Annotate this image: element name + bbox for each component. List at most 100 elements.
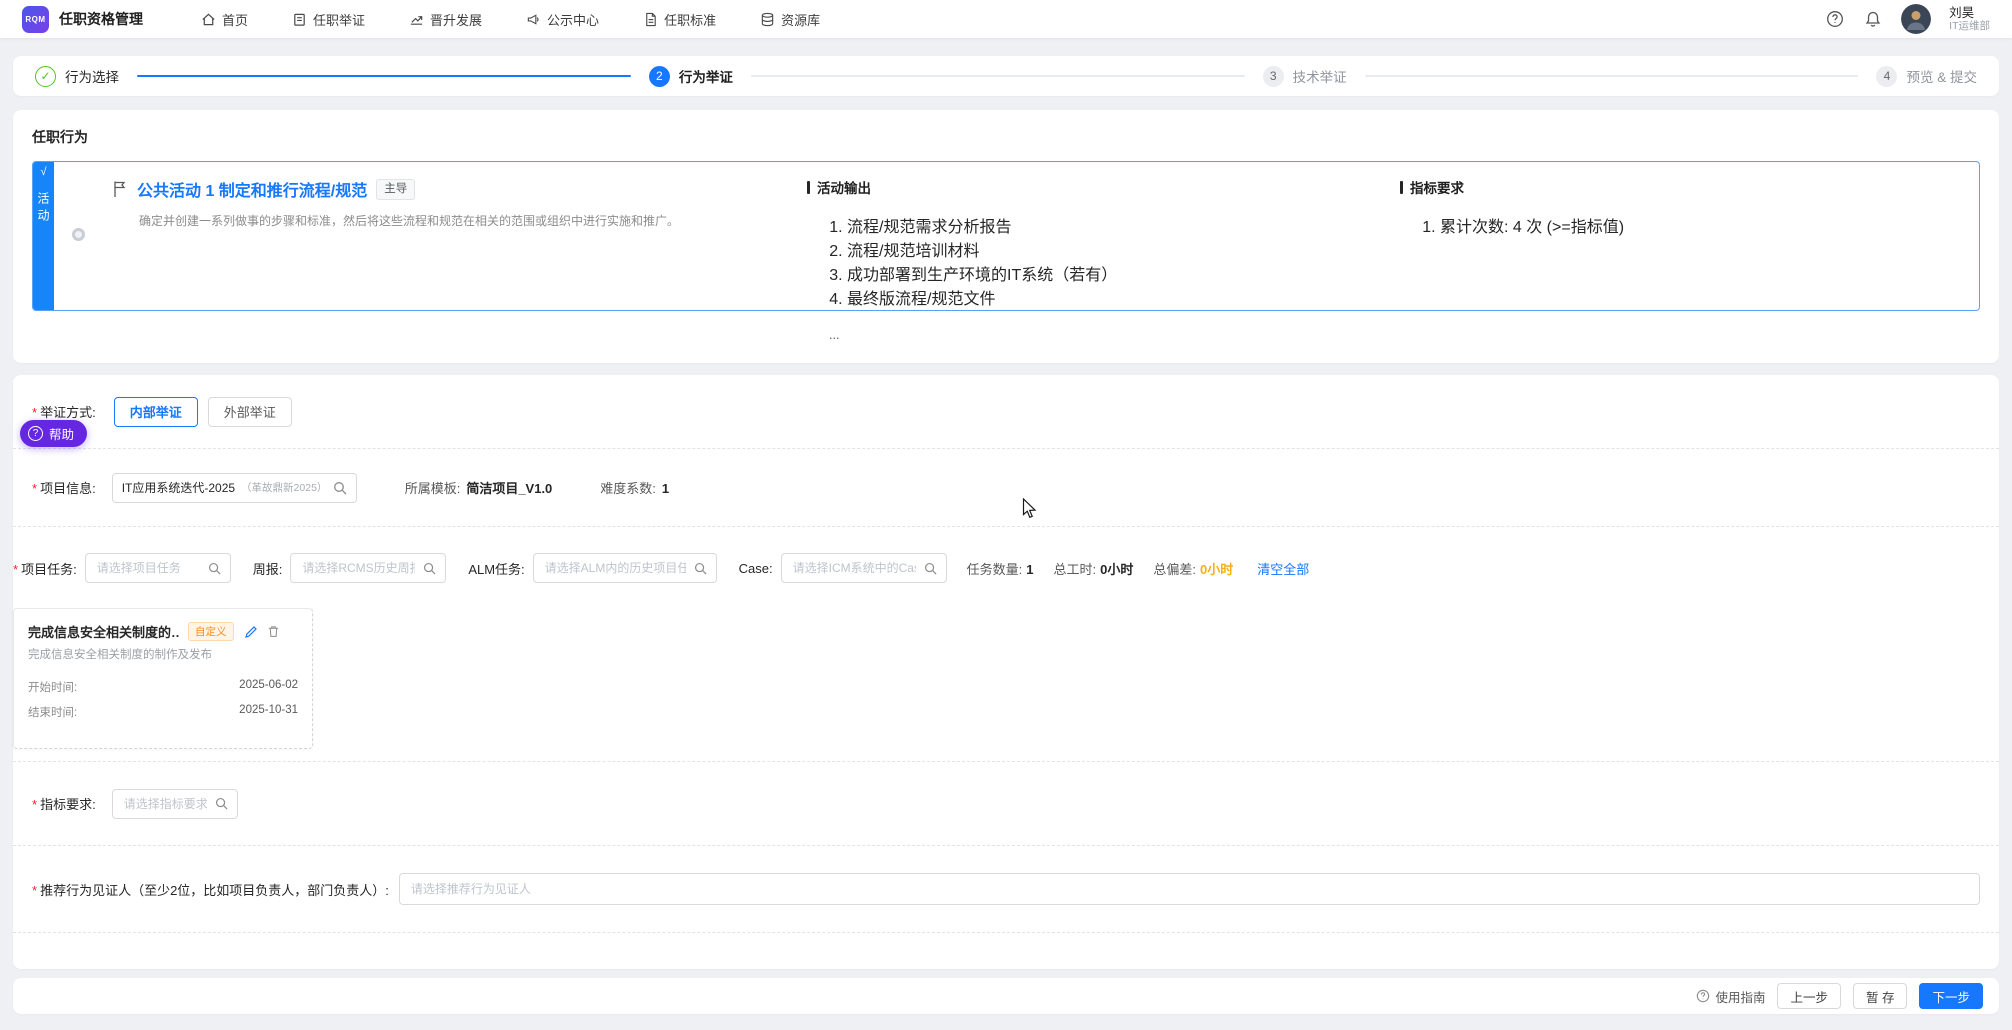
witness-section: 推荐行为见证人（至少2位，比如项目负责人，部门负责人）: — [13, 846, 1999, 933]
megaphone-icon — [526, 12, 541, 27]
template-label: 所属模板: — [405, 481, 461, 496]
task-count-value: 1 — [1026, 562, 1033, 577]
activity-description: 确定并创建一系列做事的步骤和标准，然后将这些流程和规范在相关的范围或组织中进行实… — [139, 212, 807, 229]
step-tech-evidence[interactable]: 3 技术举证 — [1263, 66, 1347, 87]
project-info-input[interactable]: IT应用系统迭代-2025 （革故鼎新2025） — [112, 473, 357, 503]
user-dept: IT运维部 — [1949, 20, 1990, 32]
template-value: 简洁项目_V1.0 — [466, 481, 552, 496]
search-icon — [333, 481, 347, 495]
behavior-section-title: 任职行为 — [32, 127, 1980, 147]
alm-input[interactable] — [533, 553, 717, 583]
nav-label: 公示中心 — [547, 10, 599, 29]
top-navbar: RQM 任职资格管理 首页 任职举证 晋升发展 公示中心 任职标准 资源库 — [0, 0, 2012, 38]
step-behavior-evidence[interactable]: 2 行为举证 — [649, 66, 733, 87]
project-task-field[interactable] — [95, 560, 202, 576]
step-connector — [137, 75, 631, 77]
next-step-button[interactable]: 下一步 — [1919, 983, 1983, 1009]
question-icon: ? — [28, 426, 43, 441]
logo-text: RQM — [25, 15, 45, 24]
total-deviation: 总偏差:0小时 — [1153, 559, 1233, 578]
evidence-method-section: 举证方式: 内部举证 外部举证 — [13, 375, 1999, 449]
internal-evidence-button[interactable]: 内部举证 — [114, 397, 198, 427]
witness-field[interactable] — [409, 881, 1970, 897]
app-title: 任职资格管理 — [59, 9, 143, 29]
task-card[interactable]: 完成信息安全相关制度的… 自定义 完成信息安全相关制度的制作及发布 开始时间: … — [13, 608, 313, 749]
activity-card[interactable]: √ 活动 公共活动 1 制定和推行流程/规范 主导 确定并创建一系列做事的步骤和… — [32, 161, 1980, 311]
total-hours: 总工时:0小时 — [1053, 559, 1133, 578]
metric-requirement-input[interactable] — [112, 789, 238, 819]
project-task-label: 项目任务: — [13, 559, 77, 578]
nav-item-standard[interactable]: 任职标准 — [643, 10, 716, 29]
metric-requirement-field[interactable] — [122, 796, 209, 812]
nav-label: 资源库 — [781, 10, 820, 29]
user-info[interactable]: 刘昊 IT运维部 — [1949, 6, 1990, 32]
project-task-section: 项目任务: 周报: ALM任务: Case: 任务数量:1 总工时:0小时 — [13, 527, 1999, 762]
check-icon: ✓ — [35, 66, 56, 87]
check-icon: √ — [40, 167, 46, 178]
activity-tab: √ 活动 — [33, 162, 54, 310]
home-icon — [201, 12, 216, 27]
clear-all-link[interactable]: 清空全部 — [1257, 559, 1309, 578]
navbar-right: 刘昊 IT运维部 — [1825, 4, 1990, 34]
step-connector — [1365, 75, 1859, 77]
help-circle-icon[interactable] — [1825, 9, 1845, 29]
weekly-input[interactable] — [290, 553, 446, 583]
output-item: 最终版流程/规范文件 — [847, 285, 1400, 309]
step-preview-submit[interactable]: 4 预览 & 提交 — [1876, 66, 1977, 87]
activity-metrics-col: 指标要求 累计次数: 4 次 (>=指标值) — [1400, 177, 1979, 310]
delete-icon[interactable] — [267, 625, 280, 638]
total-deviation-value: 0小时 — [1200, 562, 1233, 577]
case-field[interactable] — [791, 560, 918, 576]
save-draft-button[interactable]: 暂 存 — [1853, 983, 1907, 1009]
activity-content: 公共活动 1 制定和推行流程/规范 主导 确定并创建一系列做事的步骤和标准，然后… — [54, 162, 1979, 310]
task-count: 任务数量:1 — [967, 559, 1034, 578]
bell-icon[interactable] — [1863, 9, 1883, 29]
nav-item-announcement[interactable]: 公示中心 — [526, 10, 599, 29]
case-input[interactable] — [781, 553, 947, 583]
nav-item-home[interactable]: 首页 — [201, 10, 248, 29]
edit-icon[interactable] — [244, 625, 258, 639]
project-info-label: 项目信息: — [32, 478, 96, 497]
step-number: 4 — [1876, 66, 1897, 87]
project-info-value: IT应用系统迭代-2025 — [122, 479, 235, 496]
step-label: 预览 & 提交 — [1906, 66, 1977, 86]
task-card-subtitle: 完成信息安全相关制度的制作及发布 — [28, 646, 298, 662]
end-time-value: 2025-10-31 — [239, 704, 298, 720]
project-info-value-sub: （革故鼎新2025） — [241, 480, 327, 495]
user-name: 刘昊 — [1949, 6, 1990, 20]
nav-item-evidence[interactable]: 任职举证 — [292, 10, 365, 29]
output-item: 流程/规范需求分析报告 — [847, 213, 1400, 237]
help-floating-button[interactable]: ? 帮助 — [20, 420, 87, 447]
growth-icon — [409, 12, 424, 27]
lead-tag: 主导 — [376, 179, 415, 200]
nav-label: 任职标准 — [664, 10, 716, 29]
app-logo-icon: RQM — [22, 6, 49, 33]
difficulty-value: 1 — [662, 481, 669, 496]
weekly-label: 周报: — [253, 559, 283, 578]
user-avatar[interactable] — [1901, 4, 1931, 34]
activity-tab-label: 活动 — [35, 192, 52, 226]
outputs-title: 活动输出 — [807, 177, 1400, 197]
activity-main-col: 公共活动 1 制定和推行流程/规范 主导 确定并创建一系列做事的步骤和标准，然后… — [54, 177, 807, 310]
nav-label: 任职举证 — [313, 10, 365, 29]
nav-item-resource[interactable]: 资源库 — [760, 10, 820, 29]
alm-field[interactable] — [543, 560, 688, 576]
activity-title[interactable]: 公共活动 1 制定和推行流程/规范 — [137, 177, 367, 201]
start-time-value: 2025-06-02 — [239, 679, 298, 695]
main-nav: 首页 任职举证 晋升发展 公示中心 任职标准 资源库 — [201, 10, 820, 29]
project-task-input[interactable] — [85, 553, 231, 583]
nav-item-promotion[interactable]: 晋升发展 — [409, 10, 482, 29]
external-evidence-button[interactable]: 外部举证 — [208, 397, 292, 427]
case-label: Case: — [739, 561, 773, 576]
metrics-title: 指标要求 — [1400, 177, 1979, 197]
task-filter-row: 项目任务: 周报: ALM任务: Case: 任务数量:1 总工时:0小时 — [13, 553, 1999, 583]
weekly-field[interactable] — [300, 560, 417, 576]
question-circle-icon — [1696, 989, 1710, 1003]
output-item: 流程/规范培训材料 — [847, 237, 1400, 261]
witness-input[interactable] — [399, 873, 1980, 905]
step-behavior-select[interactable]: ✓ 行为选择 — [35, 66, 119, 87]
handle-icon[interactable] — [72, 228, 85, 241]
prev-step-button[interactable]: 上一步 — [1777, 983, 1841, 1009]
usage-guide-link[interactable]: 使用指南 — [1696, 987, 1765, 1006]
step-bar: ✓ 行为选择 2 行为举证 3 技术举证 4 预览 & 提交 — [13, 56, 1999, 96]
